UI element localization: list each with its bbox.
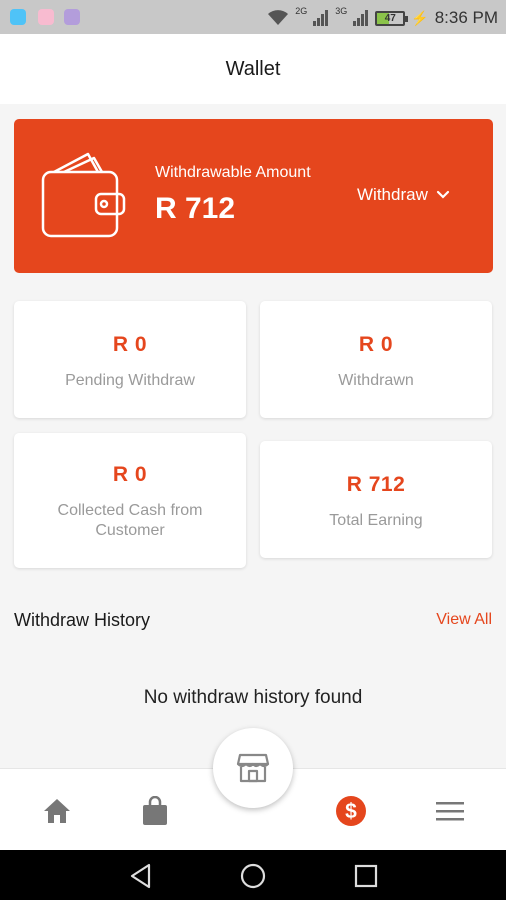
status-time: 8:36 PM [434,8,498,27]
wallet-icon [41,152,126,238]
view-all-link[interactable]: View All [436,611,492,629]
home-circle-icon[interactable] [240,863,266,889]
store-fab-button[interactable] [213,728,293,808]
signal-icon [313,10,329,26]
pending-withdraw-label: Pending Withdraw [65,372,195,389]
battery-level: 47 [384,12,396,24]
withdraw-history-title: Withdraw History [14,610,151,630]
withdraw-dropdown-button[interactable]: Withdraw [357,185,450,205]
store-icon [236,753,270,783]
collected-cash-card: R 0 Collected Cash from Customer [14,433,246,568]
collected-cash-value: R 0 [112,463,148,486]
app-notification-icon [10,9,26,25]
withdrawn-label: Withdrawn [338,372,414,389]
status-indicators: 2G 3G 47 ⚡ 8:36 PM [267,6,498,30]
battery-icon: 47 [375,10,409,26]
status-bar: 2G 3G 47 ⚡ 8:36 PM [0,0,506,34]
nav-orders[interactable] [135,791,175,831]
menu-icon [436,802,464,821]
system-navigation-bar [0,850,506,900]
collected-cash-label: Collected Cash from Customer [57,502,203,539]
withdrawn-card: R 0 Withdrawn [260,301,492,418]
back-icon[interactable] [128,863,154,889]
wifi-icon [268,10,289,25]
app-notification-icon [64,9,80,25]
shopping-bag-icon [143,796,167,825]
nav-menu[interactable] [430,791,470,831]
svg-text:$: $ [345,800,357,823]
total-earning-label: Total Earning [329,512,423,529]
dollar-icon: $ [336,796,366,826]
charging-icon: ⚡ [411,9,429,26]
network-3g-label: 3G [335,6,348,16]
nav-home[interactable] [37,791,77,831]
signal-icon [353,10,369,26]
pending-withdraw-card: R 0 Pending Withdraw [14,301,246,418]
pending-withdraw-value: R 0 [112,333,148,356]
chevron-down-icon [436,190,449,199]
withdraw-button-label: Withdraw [357,185,428,204]
app-notification-icon [38,9,54,25]
app-header: Wallet [0,34,506,104]
total-earning-card: R 712 Total Earning [260,441,492,558]
recents-icon[interactable] [353,863,379,889]
page-title: Wallet [225,57,281,80]
empty-history-message: No withdraw history found [143,687,363,708]
network-2g-label: 2G [295,6,308,16]
withdrawn-value: R 0 [358,333,394,356]
home-icon [44,799,70,823]
withdrawable-amount-label: Withdrawable Amount [155,164,311,181]
nav-wallet[interactable]: $ [331,791,371,831]
total-earning-value: R 712 [346,473,406,496]
withdrawable-amount-value: R 712 [155,192,236,225]
